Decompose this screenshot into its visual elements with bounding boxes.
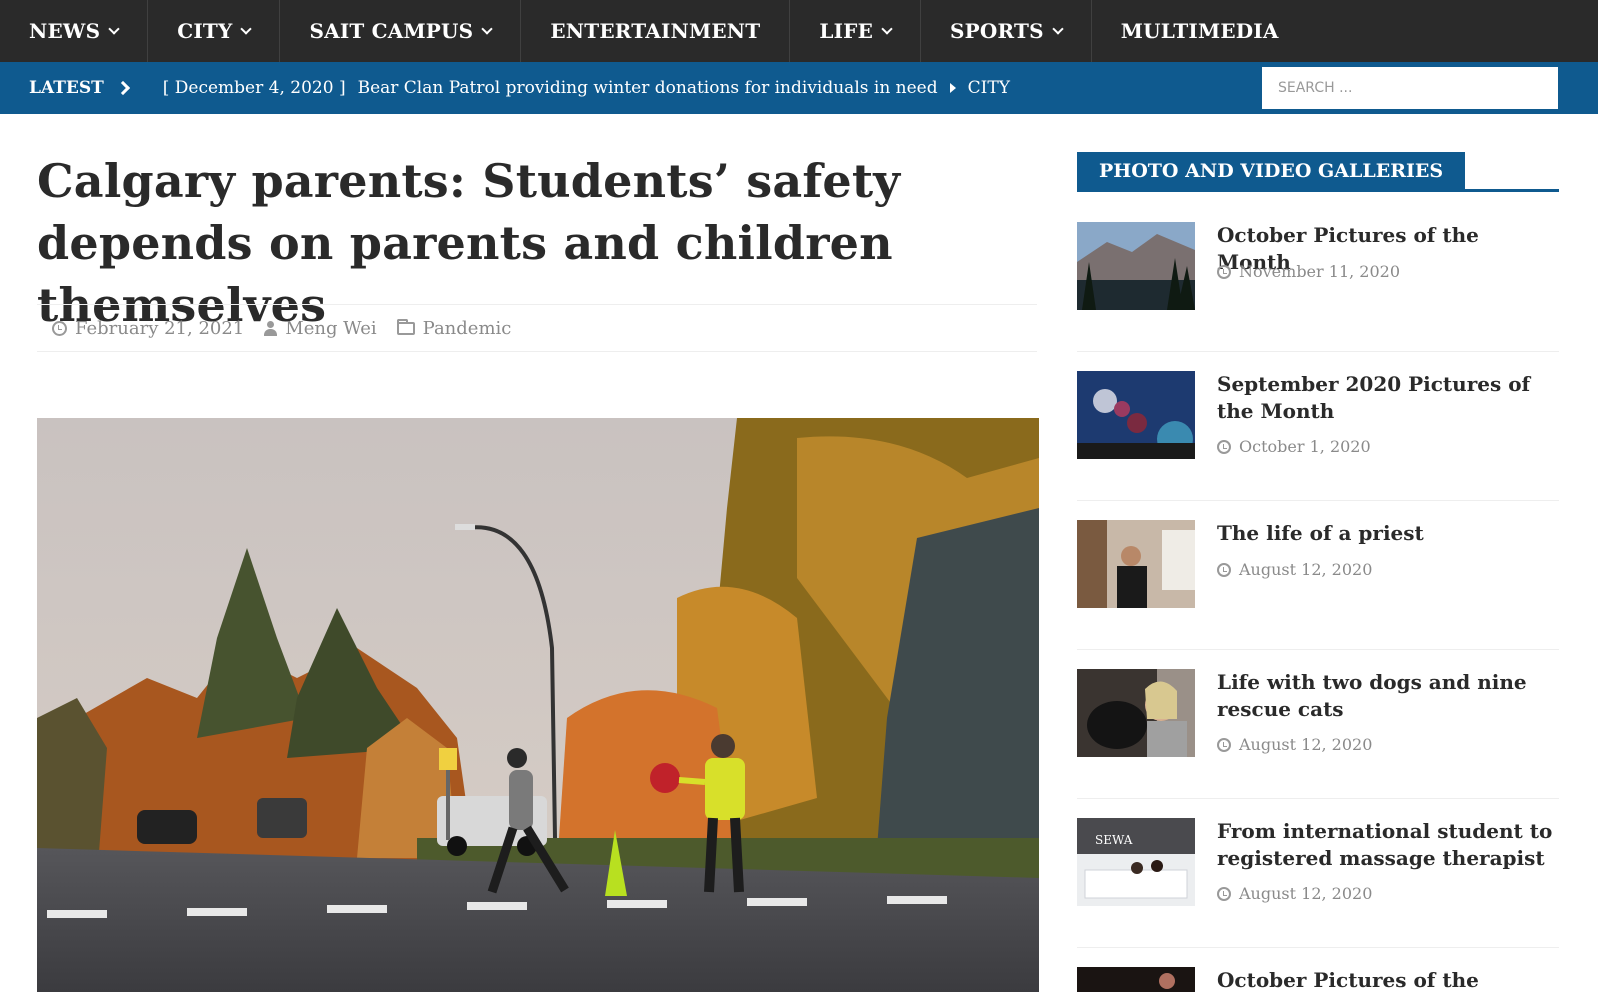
gallery-item-date-text: August 12, 2020: [1239, 884, 1373, 903]
article-hero-image: [37, 418, 1039, 992]
latest-label: LATEST: [29, 78, 130, 98]
nav-label: SAIT CAMPUS: [309, 19, 474, 43]
chevron-right-icon: [115, 80, 130, 96]
clock-icon: [1217, 264, 1231, 279]
nav-label: ENTERTAINMENT: [550, 19, 761, 43]
clock-icon: [1217, 886, 1231, 901]
clock-icon: [1217, 562, 1231, 577]
gallery-item: October Pictures of the Month November 1…: [1077, 222, 1559, 352]
ticker-headline-link[interactable]: Bear Clan Patrol providing winter donati…: [358, 78, 938, 98]
nav-item-entertainment[interactable]: ENTERTAINMENT: [521, 0, 791, 62]
chevron-down-icon: [1052, 22, 1064, 35]
gallery-item-date: August 12, 2020: [1217, 560, 1372, 579]
gallery-item-date: October 1, 2020: [1217, 437, 1371, 456]
user-icon: [264, 320, 278, 336]
nav-item-city[interactable]: CITY: [148, 0, 281, 62]
gallery-widget-header: PHOTO AND VIDEO GALLERIES: [1077, 152, 1559, 192]
gallery-thumbnail[interactable]: SEWA: [1077, 818, 1195, 906]
nav-item-sports[interactable]: SPORTS: [921, 0, 1092, 62]
gallery-item: September 2020 Pictures of the Month Oct…: [1077, 371, 1559, 501]
nav-label: SPORTS: [950, 19, 1044, 43]
search-input[interactable]: [1262, 67, 1558, 109]
ticker-date: [ December 4, 2020 ]: [162, 78, 346, 98]
ticker: [ December 4, 2020 ] Bear Clan Patrol pr…: [163, 78, 1010, 98]
nav-item-sait-campus[interactable]: SAIT CAMPUS: [280, 0, 522, 62]
gallery-thumbnail[interactable]: [1077, 520, 1195, 608]
latest-bar: LATEST [ December 4, 2020 ] Bear Clan Pa…: [0, 62, 1598, 114]
gallery-item-date: August 12, 2020: [1217, 884, 1372, 903]
nav-label: MULTIMEDIA: [1120, 19, 1279, 43]
chevron-down-icon: [481, 22, 494, 35]
latest-label-text: LATEST: [29, 78, 104, 98]
article-category[interactable]: Pandemic: [396, 317, 512, 339]
gallery-item-title[interactable]: September 2020 Pictures of the Month: [1217, 371, 1559, 425]
nav-item-news[interactable]: NEWS: [0, 0, 149, 62]
gallery-thumbnail[interactable]: [1077, 222, 1195, 310]
chevron-down-icon: [881, 22, 893, 35]
gallery-item-title[interactable]: Life with two dogs and nine rescue cats: [1217, 669, 1559, 723]
gallery-item-title[interactable]: From international student to registered…: [1217, 818, 1559, 872]
nav-item-life[interactable]: LIFE: [790, 0, 922, 62]
widget-title: PHOTO AND VIDEO GALLERIES: [1077, 152, 1466, 190]
article-author-text: Meng Wei: [285, 317, 377, 339]
article-category-text: Pandemic: [422, 317, 512, 339]
gallery-item-title[interactable]: The life of a priest: [1217, 520, 1559, 547]
gallery-item-date-text: August 12, 2020: [1239, 560, 1373, 579]
nav-item-multimedia[interactable]: MULTIMEDIA: [1092, 0, 1308, 62]
gallery-item-date: August 12, 2020: [1217, 735, 1372, 754]
ticker-category-link[interactable]: CITY: [968, 78, 1010, 98]
gallery-item-date-text: November 11, 2020: [1239, 262, 1401, 281]
nav-label: LIFE: [819, 19, 874, 43]
gallery-item-date-text: August 12, 2020: [1239, 735, 1373, 754]
gallery-thumbnail[interactable]: [1077, 967, 1195, 992]
chevron-down-icon: [240, 22, 253, 35]
nav-label: CITY: [177, 19, 233, 43]
chevron-down-icon: [108, 22, 120, 35]
clock-icon: [1217, 737, 1231, 752]
article-author[interactable]: Meng Wei: [264, 317, 377, 339]
nav-label: NEWS: [29, 19, 101, 43]
caret-right-icon: [949, 83, 956, 93]
gallery-item: October Pictures of the Month: [1077, 967, 1559, 992]
gallery-item: The life of a priest August 12, 2020: [1077, 520, 1559, 650]
main-nav: NEWS CITY SAIT CAMPUS ENTERTAINMENT LIFE…: [0, 0, 1598, 62]
clock-icon: [1217, 439, 1231, 454]
article-meta: February 21, 2021 Meng Wei Pandemic: [37, 304, 1037, 352]
gallery-thumbnail[interactable]: [1077, 669, 1195, 757]
svg-text:SEWA: SEWA: [1095, 833, 1133, 847]
gallery-item: SEWA From international student to regis…: [1077, 818, 1559, 948]
gallery-item-title[interactable]: October Pictures of the Month: [1217, 967, 1559, 992]
gallery-item-date: November 11, 2020: [1217, 262, 1400, 281]
clock-icon: [52, 320, 67, 336]
gallery-thumbnail[interactable]: [1077, 371, 1195, 459]
gallery-item: Life with two dogs and nine rescue cats …: [1077, 669, 1559, 799]
article-date-text: February 21, 2021: [75, 317, 245, 339]
gallery-item-date-text: October 1, 2020: [1239, 437, 1371, 456]
article-date: February 21, 2021: [52, 318, 244, 339]
folder-icon: [396, 318, 415, 335]
